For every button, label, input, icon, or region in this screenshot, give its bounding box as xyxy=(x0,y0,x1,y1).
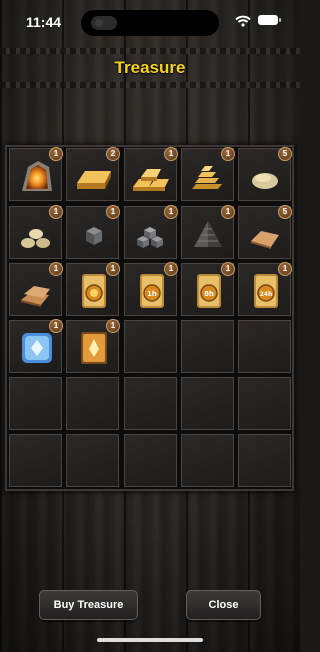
inventory-slot[interactable]: 5 xyxy=(238,205,292,259)
stones-pile-icon xyxy=(21,229,50,248)
wifi-icon xyxy=(235,15,251,27)
count-badge: 1 xyxy=(106,205,120,219)
count-badge: 1 xyxy=(106,262,120,276)
gold-token-scroll-24h-icon: 24h xyxy=(254,274,278,308)
inventory-slot-empty[interactable] xyxy=(66,434,119,487)
count-badge: 1 xyxy=(164,205,178,219)
count-badge: 1 xyxy=(164,262,178,276)
dynamic-island xyxy=(81,10,219,36)
inventory-slot-empty[interactable] xyxy=(238,377,291,430)
gold-token-scroll-icon xyxy=(82,274,106,308)
count-badge: 1 xyxy=(49,319,63,333)
inventory-slot-empty[interactable] xyxy=(238,320,291,373)
gold-bars-stack-icon xyxy=(133,169,169,191)
status-time: 11:44 xyxy=(26,14,62,30)
stone-icon xyxy=(252,173,278,189)
fire-tome-icon xyxy=(81,332,107,364)
inventory-slot[interactable]: 1 xyxy=(9,319,63,373)
inventory-slot-empty[interactable] xyxy=(9,434,62,487)
count-badge: 2 xyxy=(106,147,120,161)
iron-cubes-icon xyxy=(137,227,163,248)
buy-treasure-button[interactable]: Buy Treasure xyxy=(39,590,138,620)
home-indicator[interactable] xyxy=(97,638,203,642)
inventory-slot[interactable]: 1 xyxy=(66,262,120,316)
count-badge: 1 xyxy=(49,262,63,276)
inventory-slot[interactable]: 1 xyxy=(9,205,63,259)
blue-crystal-scroll-icon xyxy=(22,333,52,363)
battery-icon xyxy=(258,15,281,25)
count-badge: 1 xyxy=(221,205,235,219)
gold-token-scroll-8h-icon: 8h xyxy=(197,274,221,308)
inventory-slot[interactable]: 5 xyxy=(238,147,292,201)
count-badge: 5 xyxy=(278,147,292,161)
iron-cube-icon xyxy=(86,227,102,245)
token-label-24h: 24h xyxy=(260,291,273,298)
page-title: Treasure xyxy=(114,58,186,77)
inventory-slot-empty[interactable] xyxy=(66,377,119,430)
token-label-8h: 8h xyxy=(204,290,214,298)
count-badge: 1 xyxy=(164,147,178,161)
inventory-slot-empty[interactable] xyxy=(9,377,62,430)
count-badge: 1 xyxy=(278,262,292,276)
count-badge: 1 xyxy=(106,319,120,333)
status-bar: 11:44 xyxy=(0,0,300,44)
count-badge: 1 xyxy=(221,262,235,276)
count-badge: 5 xyxy=(278,205,292,219)
inventory-slot[interactable]: 1 xyxy=(181,205,235,259)
inventory-slot[interactable]: 8h 1 xyxy=(181,262,235,316)
count-badge: 1 xyxy=(49,147,63,161)
title-border-strip xyxy=(0,82,300,88)
inventory-slot[interactable]: 1 xyxy=(66,205,120,259)
close-button[interactable]: Close xyxy=(186,590,261,620)
inventory-slot-empty[interactable] xyxy=(181,377,234,430)
inventory-slot-empty[interactable] xyxy=(124,320,177,373)
inventory-slot[interactable]: 2 xyxy=(66,147,120,201)
inventory-slot[interactable]: 1 xyxy=(9,262,63,316)
gold-token-scroll-1h-icon: 1h xyxy=(140,274,164,308)
fire-crystal-icon xyxy=(22,161,52,191)
token-label-1h: 1h xyxy=(147,290,157,298)
inventory-slot[interactable]: 1h 1 xyxy=(124,262,178,316)
inventory-slot[interactable]: 1 xyxy=(66,319,120,373)
inventory-slot[interactable]: 1 xyxy=(124,147,178,201)
cloth-bundle-icon xyxy=(251,231,279,249)
inventory-slot[interactable]: 24h 1 xyxy=(238,262,292,316)
inventory-slot-empty[interactable] xyxy=(124,377,177,430)
inventory-slot[interactable]: 1 xyxy=(124,205,178,259)
inventory-slot-empty[interactable] xyxy=(181,320,234,373)
inventory-slot-empty[interactable] xyxy=(238,434,291,487)
cloth-stack-icon xyxy=(21,286,50,307)
camera-icon xyxy=(91,16,117,30)
count-badge: 1 xyxy=(221,147,235,161)
inventory-slot[interactable]: 1 xyxy=(181,147,235,201)
inventory-slot-empty[interactable] xyxy=(181,434,234,487)
inventory-slot[interactable]: 1 xyxy=(9,147,63,201)
iron-pyramid-icon xyxy=(194,221,222,247)
gold-bars-pyramid-icon xyxy=(192,166,222,189)
inventory-slot-empty[interactable] xyxy=(124,434,177,487)
top-border-strip xyxy=(0,48,300,54)
gold-bar-icon xyxy=(77,171,111,189)
count-badge: 1 xyxy=(49,205,63,219)
